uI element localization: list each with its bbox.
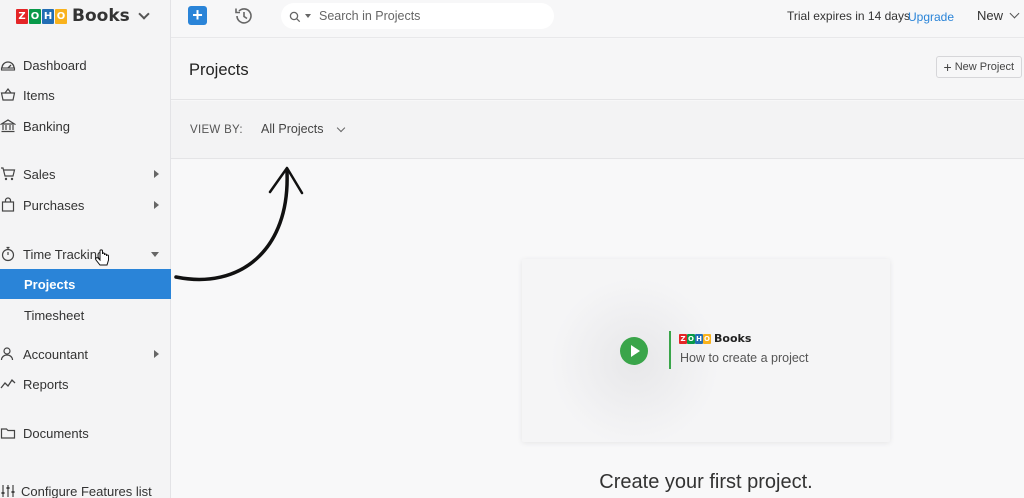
sidebar-item-label: Accountant [23,346,89,362]
brand-switcher[interactable]: Z O H O Books [16,4,150,28]
page-title: Projects [189,61,249,79]
logo-letter: Z [679,333,687,344]
sidebar-item-label: Dashboard [23,57,87,73]
play-icon[interactable] [620,337,648,365]
sidebar-item-banking[interactable]: Banking [0,111,171,141]
divider [669,331,671,369]
sidebar-item-purchases[interactable]: Purchases [0,190,171,220]
chart-line-icon [0,376,16,392]
new-dropdown[interactable]: New [977,8,1020,23]
search-placeholder: Search in Projects [319,9,421,23]
new-dropdown-label: New [977,8,1004,23]
logo-letter: O [29,8,41,24]
sidebar-item-items[interactable]: Items [0,80,171,110]
chevron-down-icon [138,8,150,20]
upgrade-link[interactable]: Upgrade [908,10,954,24]
sidebar-item-label: Banking [23,118,70,134]
basket-icon [0,87,16,103]
logo-letter: H [42,8,54,24]
sidebar-item-label: Time Tracking [23,246,105,262]
sidebar-item-configure-features[interactable]: Configure Features list [0,476,171,498]
sidebar-item-label: Documents [23,425,89,441]
video-title: How to create a project [680,351,809,365]
filter-bar: VIEW BY: All Projects [171,101,1024,159]
search-input[interactable]: Search in Projects [281,3,554,29]
bag-icon [0,197,16,213]
plus-icon: + [943,59,952,75]
new-project-label: New Project [954,61,1014,73]
logo-letter: O [703,333,711,344]
empty-state-heading: Create your first project. [599,471,813,493]
quick-create-button[interactable]: + [188,6,207,25]
video-brand-name: Books [714,332,752,345]
sidebar-item-dashboard[interactable]: Dashboard [0,50,171,80]
sliders-icon [0,483,16,498]
bank-icon [0,118,16,134]
caret-down-icon [151,252,159,257]
sidebar-subitem-projects[interactable]: Projects [0,269,171,299]
page-header: Projects + New Project [171,39,1024,100]
sidebar: Z O H O Books Dashboard Items Banking Sa… [0,0,171,498]
sidebar-item-time-tracking[interactable]: Time Tracking [0,239,171,269]
sidebar-item-label: Reports [23,376,69,392]
logo-letter: H [695,333,703,344]
sidebar-subitem-timesheet[interactable]: Timesheet [0,300,171,330]
sidebar-item-label: Items [23,87,55,103]
recent-history-icon[interactable] [233,5,255,27]
view-by-value: All Projects [261,122,324,136]
stopwatch-icon [0,246,16,262]
sidebar-item-accountant[interactable]: Accountant [0,339,171,369]
tutorial-video-card[interactable]: Z O H O Books How to create a project [522,259,890,445]
view-by-label: VIEW BY: [190,124,243,136]
top-bar: + Search in Projects Trial expires in 14… [171,0,1024,38]
sidebar-item-label: Sales [23,166,56,182]
logo-letter: O [687,333,695,344]
empty-state: Z O H O Books How to create a project Cr… [171,160,1024,498]
new-project-button[interactable]: + New Project [935,56,1022,78]
caret-right-icon [154,201,159,209]
sidebar-item-reports[interactable]: Reports [0,369,171,399]
sidebar-item-label: Purchases [23,197,85,213]
search-icon [289,10,301,23]
user-icon [0,346,16,362]
view-by-dropdown[interactable]: All Projects [261,122,345,136]
search-scope-dropdown-icon[interactable] [305,14,311,18]
video-brand-logo: Z O H O Books [679,332,751,345]
sidebar-item-documents[interactable]: Documents [0,418,171,448]
cart-icon [0,166,16,182]
chevron-down-icon [1009,8,1020,19]
folder-icon [0,425,16,441]
sidebar-item-label: Configure Features list [21,483,152,498]
caret-right-icon [154,170,159,178]
logo-letter: O [55,8,67,24]
logo-letter: Z [16,8,28,24]
caret-right-icon [154,350,159,358]
zoho-logo: Z O H O [16,8,67,24]
brand-name: Books [72,6,130,26]
dashboard-icon [0,57,16,73]
sidebar-item-sales[interactable]: Sales [0,159,171,189]
trial-status: Trial expires in 14 days [787,9,910,23]
chevron-down-icon [336,123,345,132]
